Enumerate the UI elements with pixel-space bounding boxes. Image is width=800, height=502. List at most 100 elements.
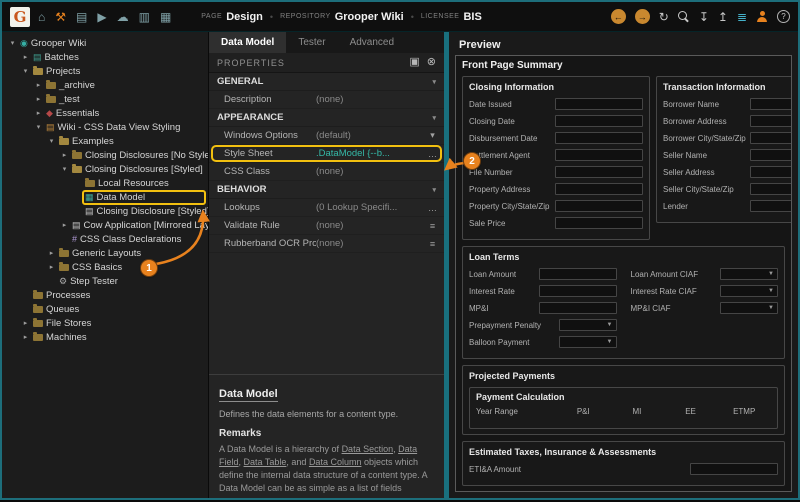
property-row-lookups[interactable]: Lookups(0 Lookup Specifi...…	[209, 199, 444, 217]
property-row-description[interactable]: Description(none)	[209, 91, 444, 109]
forward-icon[interactable]: →	[635, 9, 650, 24]
tree-item-grooper-wiki[interactable]: ▾◉Grooper Wiki	[2, 36, 208, 50]
refresh-icon[interactable]: ↻	[659, 11, 669, 23]
collapse-arrow-icon[interactable]: ▾	[34, 123, 43, 131]
tree-item-queues[interactable]: Queues	[2, 302, 208, 316]
print-icon[interactable]: ▥	[139, 11, 150, 23]
input-borrower-address[interactable]	[750, 115, 792, 127]
input-file-number[interactable]	[555, 166, 643, 178]
media-icon[interactable]: ▶	[97, 11, 106, 23]
select-loan-amount-ciaf[interactable]: ▼	[720, 268, 778, 280]
tab-tester[interactable]: Tester	[286, 32, 337, 53]
tree-item-projects[interactable]: ▾Projects	[2, 64, 208, 78]
tree-item-essentials[interactable]: ▸◆Essentials	[2, 106, 208, 120]
input-lender[interactable]	[750, 200, 792, 212]
download-icon[interactable]: ↧	[699, 11, 709, 23]
input-seller-address[interactable]	[750, 166, 792, 178]
property-value[interactable]: (none)	[316, 166, 426, 177]
design-tools-icon[interactable]: ⚒	[55, 11, 66, 23]
tree-item-css-basics[interactable]: ▸CSS Basics	[2, 260, 208, 274]
expand-arrow-icon[interactable]: ▸	[34, 95, 43, 103]
menu-icon[interactable]: ≡	[426, 221, 439, 231]
ellipsis-button[interactable]: …	[426, 149, 439, 159]
select-interest-rate-ciaf[interactable]: ▼	[720, 285, 778, 297]
collapse-arrow-icon[interactable]: ▾	[60, 165, 69, 173]
collapse-arrow-icon[interactable]: ▾	[8, 39, 17, 47]
tree-item-test[interactable]: ▸_test	[2, 92, 208, 106]
expand-arrow-icon[interactable]: ▸	[21, 319, 30, 327]
dropdown-icon[interactable]: ▾	[426, 130, 439, 141]
tree-item-archive[interactable]: ▸_archive	[2, 78, 208, 92]
input-closing-date[interactable]	[555, 115, 643, 127]
close-icon[interactable]: ⊗	[427, 57, 436, 68]
input-interest-rate[interactable]	[539, 285, 617, 297]
tab-data-model[interactable]: Data Model	[209, 32, 286, 53]
expand-arrow-icon[interactable]: ▸	[21, 53, 30, 61]
select-mp-i-ciaf[interactable]: ▼	[720, 302, 778, 314]
property-value[interactable]: (none)	[316, 220, 426, 231]
input-seller-city-state-zip[interactable]	[750, 183, 792, 195]
home-icon[interactable]: ⌂	[38, 11, 45, 23]
input-loan-amount[interactable]	[539, 268, 617, 280]
cloud-icon[interactable]: ☁	[117, 11, 129, 23]
expand-arrow-icon[interactable]: ▸	[60, 151, 69, 159]
page-value[interactable]: Design	[226, 11, 263, 23]
input-disbursement-date[interactable]	[555, 132, 643, 144]
tree-item-wiki-css-data-view-styling[interactable]: ▾▤Wiki - CSS Data View Styling	[2, 120, 208, 134]
select-balloon-payment[interactable]: ▼	[559, 336, 617, 348]
input-mp-i[interactable]	[539, 302, 617, 314]
select-prepayment-penalty[interactable]: ▼	[559, 319, 617, 331]
input-date-issued[interactable]	[555, 98, 643, 110]
input-borrower-city-state-zip[interactable]	[750, 132, 792, 144]
wiki-link[interactable]: Data Section	[342, 444, 394, 454]
tree-item-data-model[interactable]: ▦Data Model	[2, 190, 208, 204]
property-value[interactable]: (none)	[316, 94, 426, 105]
property-row-style-sheet[interactable]: Style Sheet.DataModel {--b...…	[209, 145, 444, 163]
upload-icon[interactable]: ↥	[718, 11, 728, 23]
expand-arrow-icon[interactable]: ▸	[60, 221, 69, 229]
menu-icon[interactable]: ≡	[426, 239, 439, 249]
tree-item-machines[interactable]: ▸Machines	[2, 330, 208, 344]
tree-item-local-resources[interactable]: Local Resources	[2, 176, 208, 190]
property-group-general[interactable]: GENERAL▾	[209, 73, 444, 91]
tree-item-batches[interactable]: ▸▤Batches	[2, 50, 208, 64]
expand-arrow-icon[interactable]: ▸	[47, 263, 56, 271]
input-property-address[interactable]	[555, 183, 643, 195]
expand-arrow-icon[interactable]: ▸	[34, 81, 43, 89]
expand-arrow-icon[interactable]: ▸	[34, 109, 43, 117]
wiki-link[interactable]: Data Table	[244, 457, 287, 467]
batches-icon[interactable]: ▤	[76, 11, 87, 23]
tree-item-generic-layouts[interactable]: ▸Generic Layouts	[2, 246, 208, 260]
layers-icon[interactable]: ≣	[737, 11, 747, 23]
property-row-windows-options[interactable]: Windows Options(default)▾	[209, 127, 444, 145]
wiki-link[interactable]: Data Column	[309, 457, 362, 467]
property-row-css-class[interactable]: CSS Class(none)	[209, 163, 444, 181]
stats-icon[interactable]: ▦	[160, 11, 171, 23]
property-value[interactable]: .DataModel {--b...	[316, 148, 426, 159]
property-value[interactable]: (0 Lookup Specifi...	[316, 202, 426, 213]
property-group-behavior[interactable]: BEHAVIOR▾	[209, 181, 444, 199]
tree-item-closing-disclosures-styled[interactable]: ▾Closing Disclosures [Styled]	[2, 162, 208, 176]
expand-arrow-icon[interactable]: ▸	[47, 249, 56, 257]
help-icon[interactable]: ?	[777, 10, 790, 23]
input-settlement-agent[interactable]	[555, 149, 643, 161]
input-property-city-state-zip[interactable]	[555, 200, 643, 212]
user-icon[interactable]	[756, 11, 768, 22]
input-eti-a-amount[interactable]	[690, 463, 778, 475]
tree-item-closing-disclosures-no-style[interactable]: ▸Closing Disclosures [No Style]	[2, 148, 208, 162]
tree-item-step-tester[interactable]: ⚙Step Tester	[2, 274, 208, 288]
property-value[interactable]: (none)	[316, 238, 426, 249]
property-row-rubberband-ocr-profile[interactable]: Rubberband OCR Profile(none)≡	[209, 235, 444, 253]
expand-arrow-icon[interactable]: ▸	[21, 333, 30, 341]
tree-item-examples[interactable]: ▾Examples	[2, 134, 208, 148]
ellipsis-button[interactable]: …	[426, 203, 439, 213]
repository-value[interactable]: Grooper Wiki	[335, 11, 404, 23]
back-icon[interactable]: ←	[611, 9, 626, 24]
collapse-arrow-icon[interactable]: ▾	[21, 67, 30, 75]
tree-item-file-stores[interactable]: ▸File Stores	[2, 316, 208, 330]
tree-item-closing-disclosure-styled[interactable]: ▤Closing Disclosure [Styled]	[2, 204, 208, 218]
save-icon[interactable]: ▣	[409, 57, 419, 68]
tree-item-cow-application-mirrored-layout[interactable]: ▸▤Cow Application [Mirrored Layout]	[2, 218, 208, 232]
search-icon[interactable]	[678, 11, 690, 23]
input-seller-name[interactable]	[750, 149, 792, 161]
